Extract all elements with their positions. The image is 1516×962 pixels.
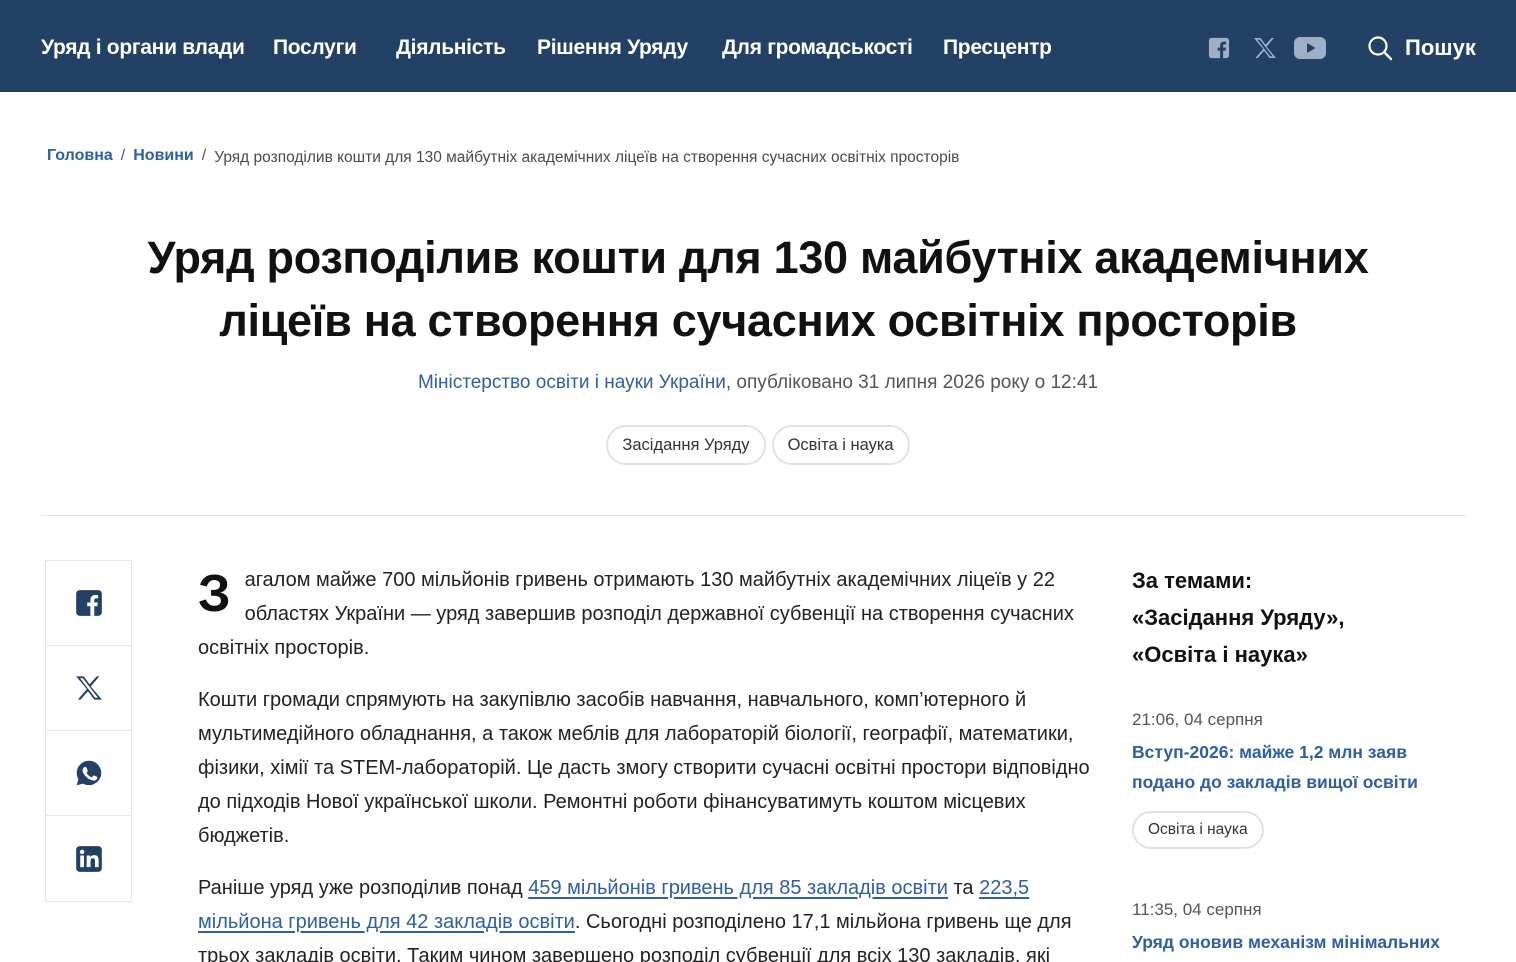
- nav-item-services[interactable]: Послуги: [273, 36, 357, 60]
- breadcrumb: Головна / Новини / Уряд розподілив кошти…: [47, 147, 960, 166]
- x-icon: [75, 676, 102, 700]
- news-item: 11:35, 04 серпня Уряд оновив механізм мі…: [1132, 899, 1472, 962]
- share-x-button[interactable]: [46, 646, 131, 731]
- facebook-icon[interactable]: [1208, 37, 1230, 59]
- article-tags: Засідання Уряду Освіта і наука: [0, 425, 1516, 465]
- paragraph-1: Загалом майже 700 мільйонів гривень отри…: [198, 563, 1098, 665]
- share-panel: [45, 560, 132, 902]
- youtube-icon[interactable]: [1294, 37, 1326, 59]
- search-label: Пошук: [1405, 35, 1476, 60]
- whatsapp-icon: [76, 760, 101, 786]
- tag-education-science[interactable]: Освіта і наука: [771, 425, 910, 465]
- paragraph-3-start: Раніше уряд уже розподілив понад: [198, 877, 529, 899]
- tag-government-meeting[interactable]: Засідання Уряду: [606, 425, 766, 465]
- article-meta: Міністерство освіти і науки України, опу…: [0, 372, 1516, 394]
- news-time: 11:35, 04 серпня: [1132, 900, 1262, 919]
- sidebar-heading-line: За темами:: [1132, 568, 1253, 593]
- news-item: 21:06, 04 серпня Вступ-2026: майже 1,2 м…: [1132, 709, 1472, 849]
- share-linkedin-button[interactable]: [46, 816, 131, 901]
- breadcrumb-news[interactable]: Новини: [133, 147, 194, 165]
- published-date: , опубліковано 31 липня 2026 року о 12:4…: [725, 372, 1099, 393]
- breadcrumb-separator: /: [201, 147, 207, 164]
- x-icon[interactable]: [1253, 37, 1277, 59]
- page-title: Уряд розподілив кошти для 130 майбутніх …: [120, 226, 1396, 352]
- share-facebook-button[interactable]: [46, 561, 131, 646]
- breadcrumb-separator: /: [120, 147, 126, 164]
- related-news-sidebar: За темами: «Засідання Уряду», «Освіта і …: [1132, 562, 1472, 962]
- sidebar-heading-line: «Засідання Уряду»,: [1132, 605, 1345, 630]
- news-title-link[interactable]: Уряд оновив механізм мінімальних експорт…: [1132, 927, 1472, 962]
- news-title-link[interactable]: Вступ-2026: майже 1,2 млн заяв подано до…: [1132, 737, 1472, 797]
- breadcrumb-current: Уряд розподілив кошти для 130 майбутніх …: [214, 149, 960, 166]
- nav-item-government[interactable]: Уряд і органи влади: [41, 36, 245, 60]
- top-navigation-bar: Уряд і органи влади Послуги Діяльність Р…: [0, 0, 1516, 92]
- drop-cap: З: [198, 565, 231, 623]
- title-line-2: ліцеїв на створення сучасних освітніх пр…: [219, 295, 1297, 346]
- paragraph-1-text: агалом майже 700 мільйонів гривень отрим…: [198, 569, 1074, 659]
- nav-item-public[interactable]: Для громадськості: [722, 36, 913, 60]
- news-time: 21:06, 04 серпня: [1132, 710, 1263, 729]
- breadcrumb-home[interactable]: Головна: [47, 147, 113, 165]
- sidebar-heading: За темами: «Засідання Уряду», «Освіта і …: [1132, 562, 1472, 673]
- facebook-icon: [75, 590, 102, 616]
- linkedin-icon: [75, 845, 102, 872]
- nav-item-press-center[interactable]: Пресцентр: [943, 36, 1052, 60]
- share-whatsapp-button[interactable]: [46, 731, 131, 816]
- search-icon: [1368, 36, 1393, 61]
- search-button[interactable]: Пошук: [1367, 33, 1476, 63]
- paragraph-3: Раніше уряд уже розподілив понад 459 міл…: [198, 871, 1098, 962]
- sidebar-heading-line: «Освіта і наука»: [1132, 642, 1308, 667]
- article-body: Загалом майже 700 мільйонів гривень отри…: [198, 563, 1098, 962]
- news-tag[interactable]: Освіта і наука: [1132, 811, 1264, 849]
- divider: [41, 515, 1466, 516]
- title-line-1: Уряд розподілив кошти для 130 майбутніх …: [147, 232, 1369, 283]
- article-link-459m[interactable]: 459 мільйонів гривень для 85 закладів ос…: [528, 877, 948, 899]
- nav-item-decisions[interactable]: Рішення Уряду: [537, 36, 688, 60]
- paragraph-3-mid: та: [947, 877, 980, 899]
- ministry-link[interactable]: Міністерство освіти і науки України: [418, 372, 726, 393]
- nav-item-activity[interactable]: Діяльність: [396, 36, 506, 60]
- paragraph-2: Кошти громади спрямують на закупівлю зас…: [198, 689, 1090, 847]
